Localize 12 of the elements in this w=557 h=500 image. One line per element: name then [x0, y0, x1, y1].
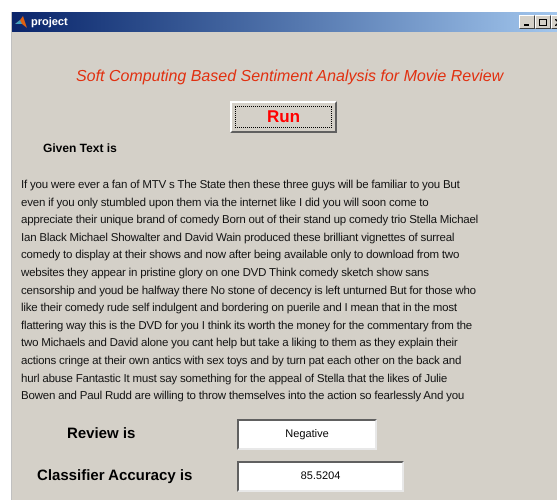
app-logo-icon — [14, 15, 28, 29]
result-field[interactable]: Negative — [237, 418, 377, 450]
result-label: Review is — [66, 424, 136, 444]
maximize-icon — [539, 18, 547, 26]
given-text-label: Given Text is — [43, 141, 117, 155]
result-label: Classifier Accuracy is — [36, 466, 194, 486]
review-text: If you were ever a fan of MTV s The State then these three guys will be familiar to you But even if you only stumbled upon them via the internet like I did you will soon come to appreciate their unique brand of comedy Born out of their stand up comedy trio Stella Michael Ian Black Michael Showalter and David Wain produced these brilliant vignettes of surreal comedy to display at their shows and now after being available only to download from two websites they appear in pristine glory on one DVD Think comedy sketch show sans censorship and youd be halfway there No stone of decency is left unturned But for those who like their comedy rude self indulgent and bordering on puerile and I mean that in the most flattering way this is the DVD for you I think its worth the money for the commentary from the two Michaels and David alone you cant help but take a liking to them as they explain their actions cringe at their own antics with sex toys and by turn pat each other on the back and hurl abuse Fantastic It must say something for the appeal of Stella that the likes of Julie Bowen and Paul Rudd are willing to throw themselves into the action so fearlessly And you — [21, 178, 480, 404]
minimize-button[interactable] — [519, 15, 535, 29]
result-field[interactable]: 85.5204 — [237, 460, 404, 492]
maximize-button[interactable] — [535, 15, 551, 29]
app-heading: Soft Computing Based Sentiment Analysis for Movie Review — [76, 68, 504, 85]
window-title: project — [31, 14, 68, 30]
